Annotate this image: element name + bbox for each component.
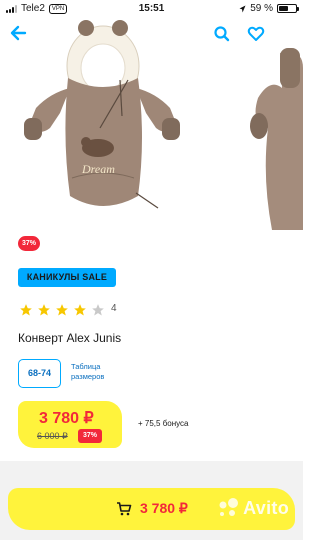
rating-count[interactable]: 4 — [111, 303, 117, 314]
old-price: 6 000 ₽ — [37, 431, 68, 441]
battery-percent: 59 % — [250, 3, 273, 14]
size-table-link[interactable]: Таблица размеров — [71, 362, 131, 382]
battery-icon — [277, 4, 299, 13]
location-icon — [239, 5, 246, 12]
avito-logo-icon — [219, 498, 239, 516]
price-block: 3 780 ₽ 6 000 ₽ 37% — [18, 401, 122, 448]
star-filled-icon — [74, 304, 86, 316]
cart-button-content: 3 780 ₽ — [116, 500, 188, 517]
avito-watermark: Avito — [216, 497, 289, 519]
star-filled-icon — [20, 304, 32, 316]
status-right: 59 % — [239, 3, 299, 14]
search-icon — [214, 26, 230, 42]
add-to-cart-button[interactable]: 3 780 ₽ Avito — [8, 488, 295, 530]
current-price: 3 780 ₽ — [39, 410, 94, 427]
arrow-left-icon — [10, 25, 27, 41]
heart-icon — [247, 26, 265, 41]
cart-icon — [117, 501, 132, 515]
avito-text: Avito — [243, 497, 289, 518]
embroidery-text: Dream — [81, 162, 115, 176]
star-filled-icon — [38, 304, 50, 316]
star-empty-icon — [92, 304, 104, 316]
search-button[interactable] — [208, 20, 236, 48]
discount-badge: 37% — [78, 429, 102, 443]
size-option[interactable]: 68-74 — [18, 359, 61, 388]
back-button[interactable] — [8, 22, 30, 44]
bonus-text: + 75,5 бонуса — [138, 419, 189, 428]
promo-badge[interactable]: КАНИКУЛЫ SALE — [18, 268, 116, 287]
cart-price: 3 780 ₽ — [140, 500, 188, 516]
star-filled-icon — [56, 304, 68, 316]
rating-stars[interactable] — [19, 303, 105, 317]
discount-pill: 37% — [18, 236, 40, 251]
product-title: Конверт Alex Junis — [18, 331, 122, 345]
product-gallery[interactable]: Dream — [0, 18, 303, 230]
status-bar: Tele2 VPN 15:51 59 % — [0, 0, 303, 18]
favorite-button[interactable] — [242, 20, 270, 48]
product-photo: Dream — [0, 18, 303, 230]
